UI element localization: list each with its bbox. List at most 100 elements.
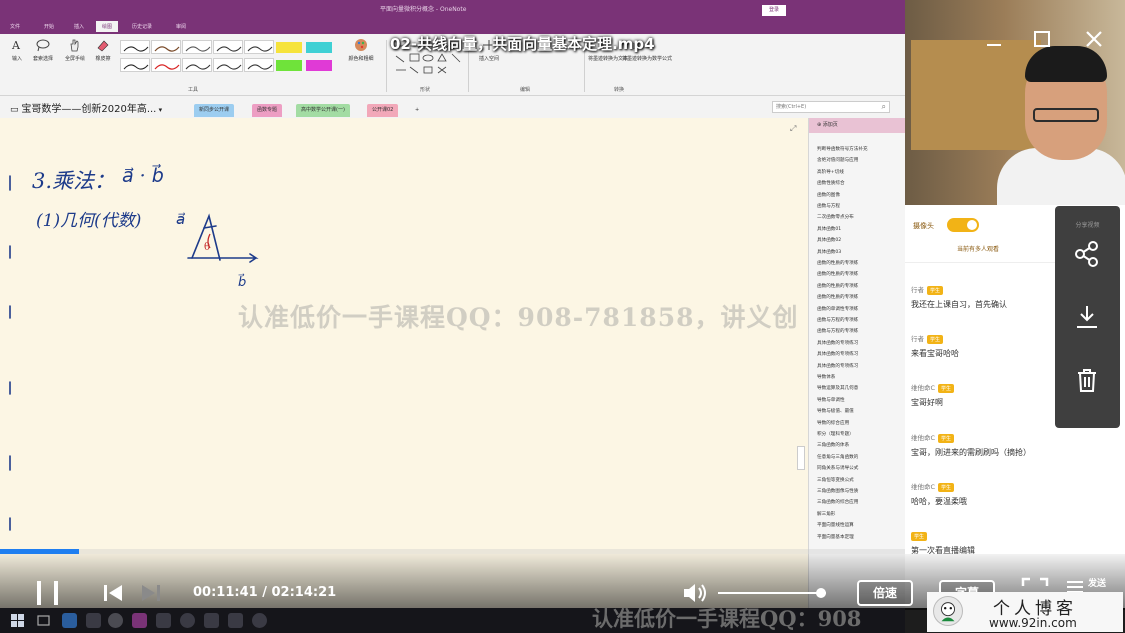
next-icon[interactable] (140, 583, 162, 603)
menu-review[interactable]: 审阅 (176, 23, 186, 30)
pen-brown[interactable] (151, 40, 181, 54)
previous-icon[interactable] (102, 583, 124, 603)
pen-black-4[interactable] (120, 58, 150, 72)
app-icon-onenote[interactable] (132, 613, 147, 628)
app-icon-1[interactable] (86, 613, 101, 628)
ribbon-lasso-tool[interactable]: 套索选择 (32, 38, 54, 68)
page-list-item[interactable]: 函数的单调性专项练 (817, 306, 895, 312)
highlighter-yellow[interactable] (276, 42, 302, 53)
page-list-item[interactable]: 函数的性质的专项练 (817, 271, 895, 277)
page-list-item[interactable]: 具体函数02 (817, 237, 895, 243)
pen-black-2[interactable] (213, 40, 243, 54)
camera-toggle[interactable] (947, 218, 979, 232)
pause-icon[interactable] (34, 578, 62, 608)
color-thickness-button[interactable]: 颜色和粗细 (346, 38, 376, 68)
page-list-item[interactable]: 三角恒等变换公式 (817, 477, 895, 483)
section-tab-sync[interactable]: 新同步公开课 (194, 104, 235, 117)
login-button[interactable]: 登录 (762, 5, 786, 16)
page-list-item[interactable]: 具体函数的专项练习 (817, 351, 895, 357)
minimize-icon[interactable] (983, 28, 1005, 50)
speed-button[interactable]: 倍速 (857, 580, 913, 606)
ribbon-type-tool[interactable]: A 输入 (6, 38, 28, 68)
close-icon[interactable] (1083, 28, 1105, 50)
page-list-item[interactable]: 具体函数01 (817, 226, 895, 232)
highlighter-magenta[interactable] (306, 60, 332, 71)
app-icon-browser[interactable] (108, 613, 123, 628)
pen-black-5[interactable] (182, 58, 212, 72)
app-icon-5[interactable] (228, 613, 243, 628)
page-list-item[interactable]: 函数与方程的专项练 (817, 317, 895, 323)
page-list-item[interactable]: 导数与极值、最值 (817, 408, 895, 414)
page-list-item[interactable]: 导数与单调性 (817, 397, 895, 403)
page-list-item[interactable]: 含绝对值问题与应用 (817, 157, 895, 163)
onenote-search-input[interactable]: 搜索(Ctrl+E) ⌕ (772, 101, 890, 113)
menu-insert[interactable]: 插入 (74, 23, 84, 30)
page-list-item[interactable]: 具体函数03 (817, 249, 895, 255)
page-list-item[interactable]: 函数与方程的专项练 (817, 328, 895, 334)
section-tab-public-1[interactable]: 高中数学公开课(一) (296, 104, 350, 117)
page-list-item[interactable]: 导数的综合应用 (817, 420, 895, 426)
volume-knob[interactable] (815, 588, 826, 598)
highlighter-cyan[interactable] (306, 42, 332, 53)
page-list-item[interactable]: 平面向量线性运算 (817, 522, 895, 528)
section-tab-functions[interactable]: 函数专题 (252, 104, 283, 117)
expand-icon[interactable]: ⤢ (790, 124, 796, 134)
pen-red[interactable] (151, 58, 181, 72)
onenote-window-title: 平面向量微积分概念 - OneNote (380, 6, 467, 13)
add-page-button[interactable]: ⊕ 添加页 (809, 118, 906, 133)
canvas-scrollbar-thumb[interactable] (797, 446, 805, 470)
maximize-icon[interactable] (1031, 28, 1053, 50)
page-list-item[interactable]: 任意角与三角函数的 (817, 454, 895, 460)
volume-slider[interactable] (718, 588, 826, 598)
pen-black-3[interactable] (244, 40, 274, 54)
pen-black-7[interactable] (244, 58, 274, 72)
pen-black-thin[interactable] (120, 40, 150, 54)
page-list-item[interactable]: 函数的性质的专项练 (817, 260, 895, 266)
page-list-item[interactable]: 平面向量基本定理 (817, 534, 895, 540)
send-button[interactable]: 发送 (1088, 576, 1106, 589)
app-icon-2[interactable] (156, 613, 171, 628)
page-list-item[interactable]: 函数的性质的专项练 (817, 294, 895, 300)
page-list-item[interactable]: 高阶导+切线 (817, 169, 895, 175)
page-list-item[interactable]: 函数与方程 (817, 203, 895, 209)
add-section-button[interactable]: + (410, 104, 425, 117)
app-icon-explorer[interactable] (62, 613, 77, 628)
page-list-item[interactable]: 同角关系与诱导公式 (817, 465, 895, 471)
menu-file[interactable]: 文件 (10, 23, 20, 30)
page-list-item[interactable]: 三角函数的体系 (817, 442, 895, 448)
time-readout: 00:11:41 / 02:14:21 (193, 585, 336, 600)
pen-black-6[interactable] (213, 58, 243, 72)
page-list-item[interactable]: 解三角形 (817, 511, 895, 517)
page-list-item[interactable]: 导数体系 (817, 374, 895, 380)
taskview-icon[interactable] (36, 613, 51, 628)
app-icon-6[interactable] (252, 613, 267, 628)
page-list-item[interactable]: 三角函数图像与性质 (817, 488, 895, 494)
pen-gray[interactable] (182, 40, 212, 54)
windows-start-icon[interactable] (10, 613, 25, 628)
page-list-item[interactable]: 积分（理科专题） (817, 431, 895, 437)
share-icon[interactable] (1073, 240, 1101, 268)
app-icon-3[interactable] (180, 613, 195, 628)
note-canvas[interactable]: 3.乘法： a⃗ · b⃗ (1)几何(代数) a⃗ θ b⃗ ⤢ (0, 118, 808, 608)
page-list-item[interactable]: 二次函数零点分布 (817, 214, 895, 220)
trash-icon[interactable] (1073, 366, 1101, 394)
download-icon[interactable] (1073, 303, 1101, 331)
ribbon-pan-tool[interactable]: 全屏手绘 (64, 38, 86, 68)
highlighter-green[interactable] (276, 60, 302, 71)
ribbon-tools-group-label: 工具 (188, 87, 199, 93)
notebook-selector[interactable]: ▭ 宝哥数学——创新2020年高... ▾ (10, 100, 162, 115)
page-list-item[interactable]: 具体函数的专项练习 (817, 363, 895, 369)
app-icon-4[interactable] (204, 613, 219, 628)
page-list-item[interactable]: 导数运算及其几何意 (817, 385, 895, 391)
menu-history[interactable]: 历史记录 (132, 23, 152, 30)
page-list-item[interactable]: 三角函数的综合应用 (817, 499, 895, 505)
menu-home[interactable]: 开始 (44, 23, 54, 30)
page-list-item[interactable]: 函数性质综合 (817, 180, 895, 186)
section-tab-public-02[interactable]: 公开课02 (367, 104, 399, 117)
ribbon-eraser-tool[interactable]: 橡皮擦 (92, 38, 114, 68)
page-list-item[interactable]: 具体函数的专项练习 (817, 340, 895, 346)
page-list-item[interactable]: 函数的性质的专项练 (817, 283, 895, 289)
page-list-item[interactable]: 函数的图像 (817, 192, 895, 198)
menu-draw[interactable]: 绘图 (96, 21, 119, 32)
page-list-item[interactable]: 判断导函数符号方法补充 (817, 146, 895, 152)
